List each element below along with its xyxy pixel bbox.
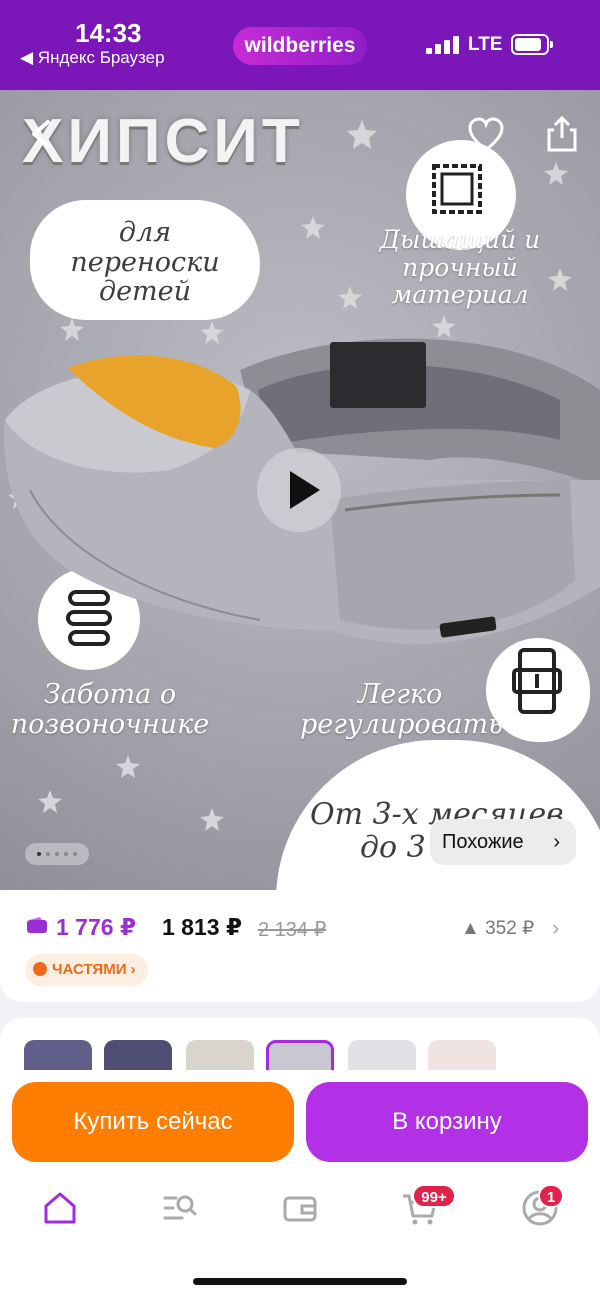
status-bar: 14:33 ◀ Яндекс Браузер wildberries LTE: [0, 0, 600, 90]
profile-notification-badge: 1: [538, 1184, 564, 1208]
wallet-price-icon: [27, 917, 47, 933]
play-video-button[interactable]: [257, 448, 341, 532]
chevron-right-icon[interactable]: ›: [552, 915, 559, 941]
caption-adjust-line2: регулировать: [300, 708, 503, 740]
product-price: 1 813 ₽: [162, 914, 242, 940]
add-to-cart-button[interactable]: В корзину: [306, 1082, 588, 1162]
heart-icon[interactable]: [466, 116, 506, 156]
caption-carry-line1: для переноски: [70, 217, 220, 278]
pie-icon: [33, 962, 47, 976]
old-price: 2 134 ₽: [258, 919, 327, 941]
signal-icon: [426, 36, 460, 54]
status-time: 14:33: [75, 18, 142, 48]
caption-adjust-line1: Легко: [357, 679, 443, 710]
caption-spine-line2: позвоночнике: [10, 708, 210, 740]
wallet-icon[interactable]: [280, 1188, 320, 1228]
brand-logo: wildberries: [233, 27, 367, 65]
fabric-icon: [432, 164, 482, 214]
wallet-price: 1 776 ₽: [56, 914, 136, 940]
caption-material-line2: прочный: [402, 252, 518, 282]
cart-count-badge: 99+: [412, 1184, 456, 1208]
bottom-action-bar: Купить сейчас В корзину 99+ 1: [0, 1070, 600, 1300]
back-to-app-link[interactable]: ◀ Яндекс Браузер: [20, 48, 165, 68]
battery-icon: [511, 34, 553, 55]
installments-badge[interactable]: ЧАСТЯМИ ›: [25, 954, 148, 986]
catalog-search-icon[interactable]: [160, 1188, 200, 1228]
back-icon[interactable]: [22, 114, 62, 154]
buy-now-button[interactable]: Купить сейчас: [12, 1082, 294, 1162]
share-icon[interactable]: [542, 114, 582, 154]
price-history[interactable]: ▲ 352 ₽: [461, 917, 534, 940]
belt-icon: [512, 648, 562, 714]
caption-material-line3: материал: [391, 280, 529, 309]
installments-label: ЧАСТЯМИ: [52, 961, 127, 978]
hero-title: ХИПСИТ: [22, 107, 304, 176]
home-icon[interactable]: [40, 1188, 80, 1228]
network-type: LTE: [468, 34, 503, 55]
gallery-pagination: [25, 843, 89, 865]
caption-spine-line1: Забота о: [43, 679, 177, 710]
spine-icon: [66, 590, 112, 646]
price-card: 1 776 ₽ 1 813 ₽ 2 134 ₽ ▲ 352 ₽ › ЧАСТЯМ…: [0, 890, 600, 1002]
caption-carry-line2: детей: [98, 276, 192, 308]
product-gallery[interactable]: ХИПСИТ для переноски детей Дышащий и про…: [0, 90, 600, 890]
home-indicator[interactable]: [193, 1278, 407, 1285]
similar-products-button[interactable]: Похожие ›: [430, 819, 576, 865]
chevron-right-icon: ›: [553, 831, 560, 853]
similar-label: Похожие: [442, 831, 524, 853]
caption-material-line1: Дышащий и: [379, 225, 541, 254]
